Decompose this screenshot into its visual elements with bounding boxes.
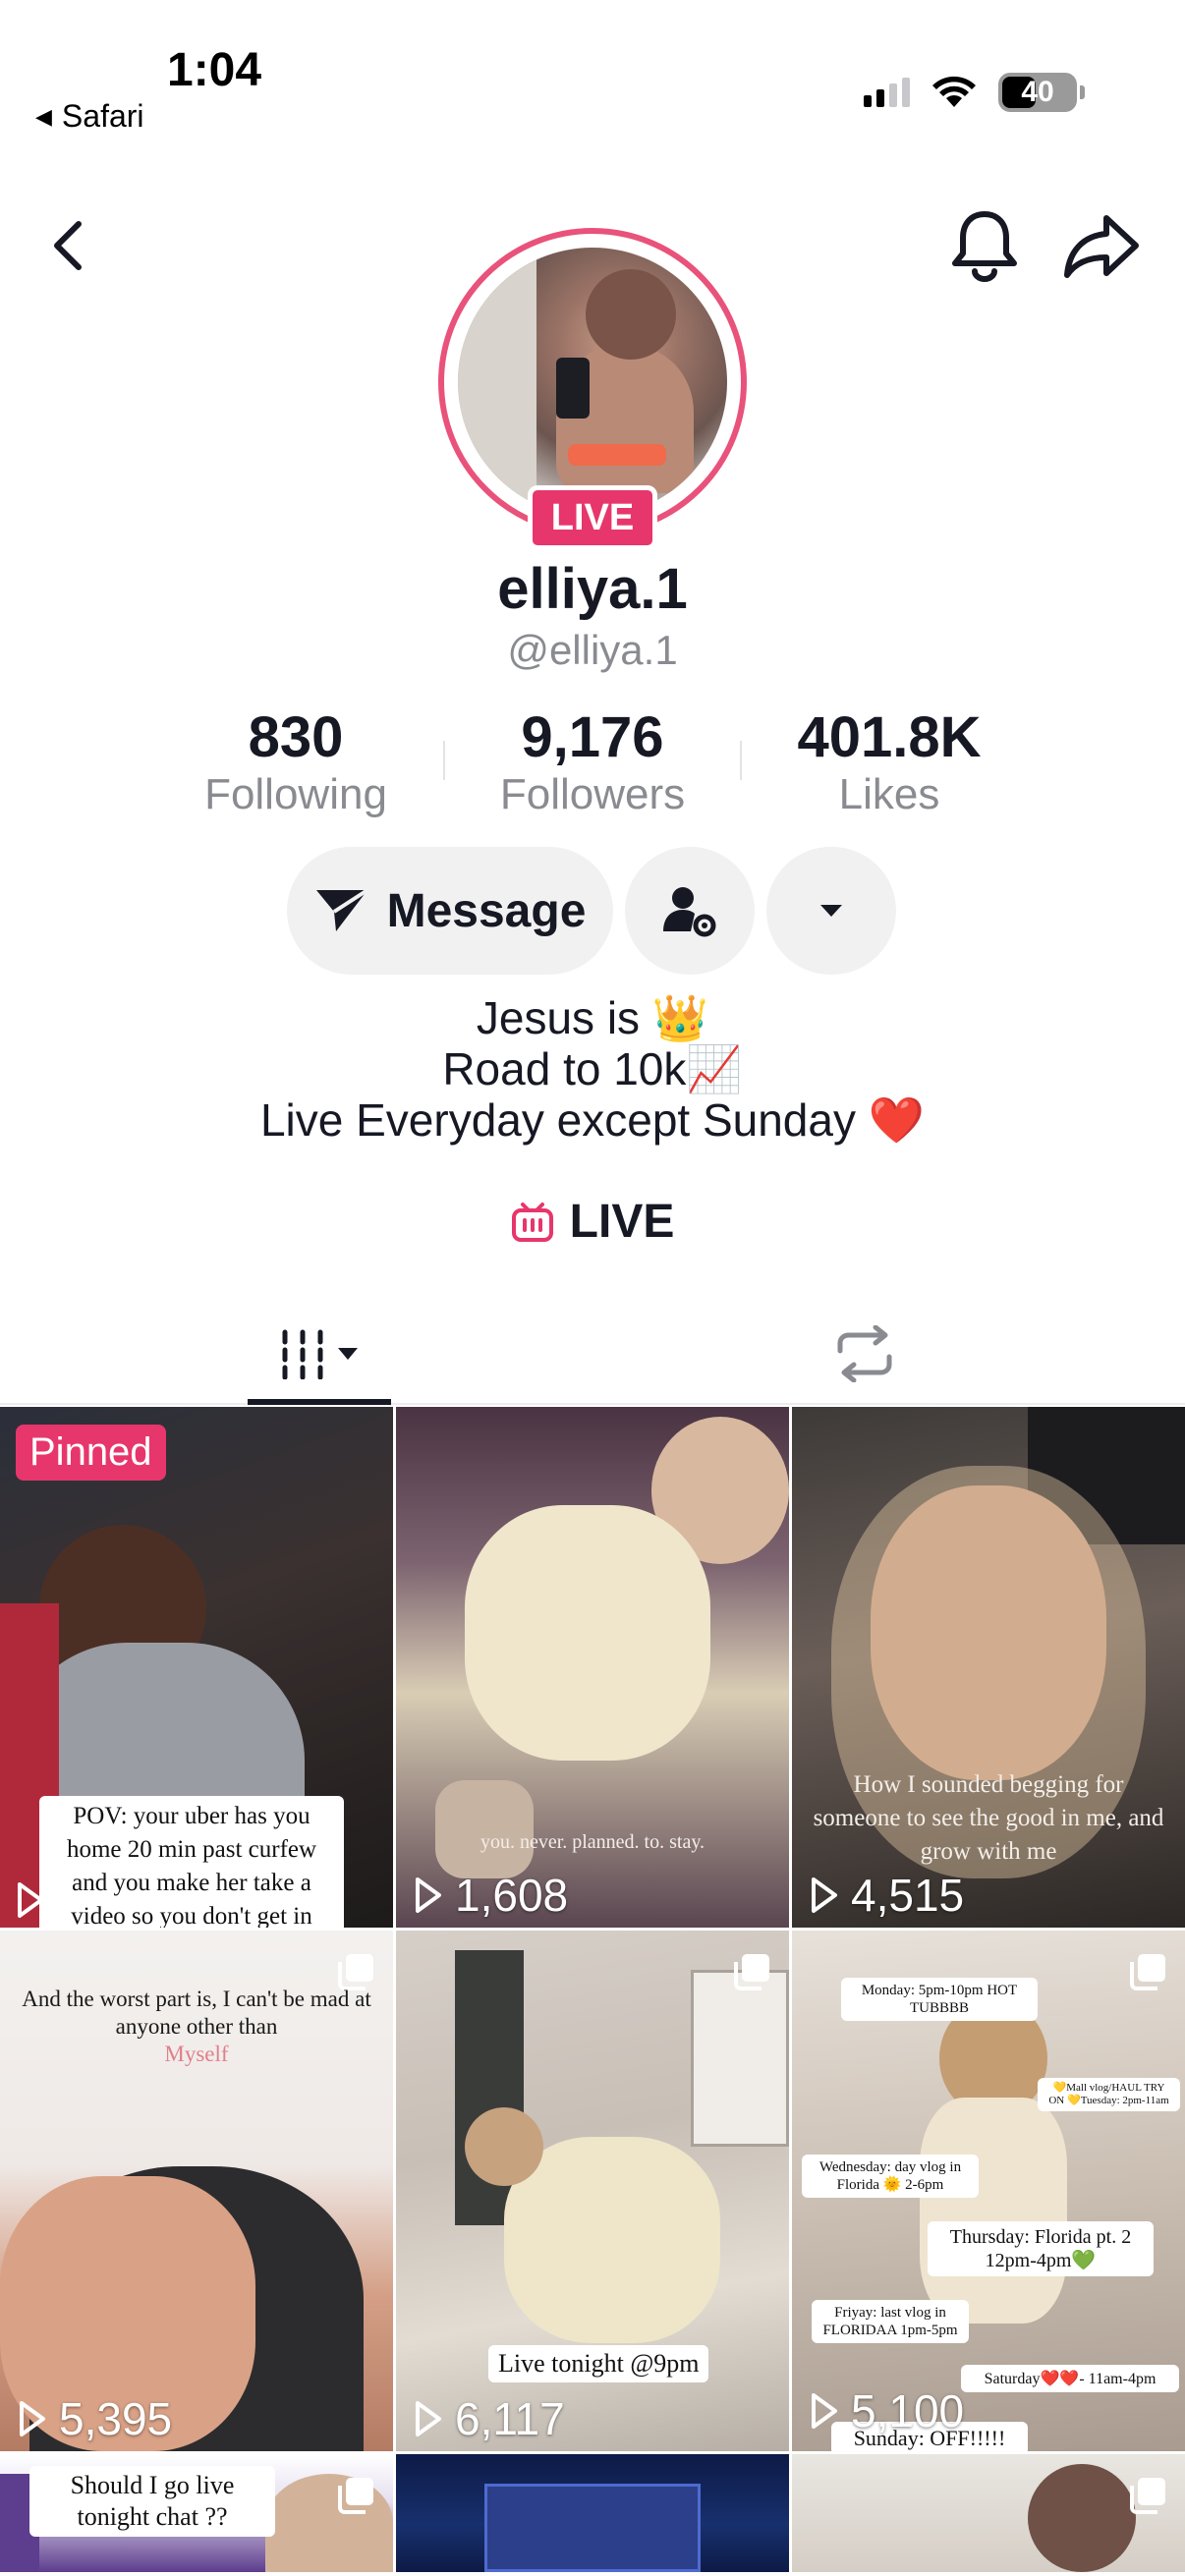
live-link-label: LIVE <box>569 1196 675 1248</box>
video-thumbnail[interactable]: And the worst part is, I can't be mad at… <box>0 1931 393 2451</box>
video-caption: How I sounded begging for someone to see… <box>813 1771 1164 1865</box>
live-badge[interactable]: LIVE <box>528 485 657 550</box>
video-thumbnail[interactable] <box>396 2454 789 2572</box>
repost-icon <box>837 1325 892 1382</box>
play-icon <box>812 1877 837 1913</box>
stat-following-value: 830 <box>248 705 344 769</box>
stat-followers[interactable]: 9,176 Followers <box>445 705 740 819</box>
schedule-thursday: Thursday: Florida pt. 2 12pm-4pm💚 <box>928 2221 1154 2276</box>
multi-image-icon <box>1130 2478 1165 2514</box>
view-count: 6,117 <box>414 2392 565 2445</box>
stat-following[interactable]: 830 Following <box>148 705 443 819</box>
video-thumbnail[interactable]: Monday: 5pm-10pm HOT TUBBBB 💛Mall vlog/H… <box>792 1931 1185 2451</box>
bio-line: Road to 10k📈 <box>442 1043 743 1094</box>
view-count-value: 1,608 <box>455 1870 569 1921</box>
battery-icon: 40 <box>998 73 1085 112</box>
caret-down-icon <box>820 905 842 917</box>
view-count: 5,395 <box>18 2392 172 2445</box>
display-name: elliya.1 <box>497 557 688 621</box>
view-count-value: 5,100 <box>851 2385 965 2436</box>
multi-image-icon <box>1130 1954 1165 1990</box>
stat-likes[interactable]: 401.8K Likes <box>742 705 1037 819</box>
message-button[interactable]: Message <box>287 847 613 975</box>
video-thumbnail[interactable] <box>792 2454 1185 2572</box>
wifi-icon <box>932 76 976 107</box>
play-icon <box>18 1882 43 1918</box>
caption-accent: Myself <box>164 2042 229 2066</box>
profile-stats: 830 Following 9,176 Followers 401.8K Lik… <box>0 705 1185 819</box>
bio-line: Jesus is 👑 <box>476 992 709 1043</box>
battery-level: 40 <box>1021 76 1054 108</box>
caret-down-icon <box>338 1348 358 1360</box>
status-indicators: 40 <box>864 73 1085 112</box>
schedule-tuesday: 💛Mall vlog/HAUL TRY ON 💛Tuesday: 2pm-11a… <box>1038 2078 1180 2111</box>
multi-image-icon <box>734 1954 769 1990</box>
video-grid: Pinned POV: your uber has you home 20 mi… <box>0 1407 1185 2572</box>
play-icon <box>416 1877 441 1913</box>
follow-settings-button[interactable] <box>625 847 755 975</box>
content-tabs <box>0 1303 1185 1405</box>
video-caption: Should I go live tonight chat ?? <box>29 2466 275 2537</box>
videos-grid-icon <box>282 1329 323 1379</box>
message-label: Message <box>386 884 587 937</box>
video-thumbnail[interactable]: you. never. planned. to. stay. 1,608 <box>396 1407 789 1928</box>
play-icon <box>416 2401 441 2436</box>
username-handle: @elliya.1 <box>507 627 678 673</box>
view-count-value: 4,515 <box>851 1870 965 1921</box>
back-to-safari[interactable]: ◀ Safari <box>35 98 144 135</box>
schedule-friday: Friyay: last vlog in FLORIDAA 1pm-5pm <box>812 2300 969 2343</box>
live-link[interactable]: LIVE <box>0 1195 1185 1249</box>
tab-reposts[interactable] <box>825 1303 904 1405</box>
view-count: 4,515 <box>810 1869 964 1922</box>
video-caption: you. never. planned. to. stay. <box>480 1831 705 1853</box>
avatar-image <box>458 248 727 517</box>
stat-following-label: Following <box>204 770 387 818</box>
play-icon <box>20 2401 45 2436</box>
share-arrow-icon[interactable] <box>1063 212 1140 281</box>
multi-image-icon <box>338 2478 373 2514</box>
view-count: 1,608 <box>414 1869 568 1922</box>
pinned-badge: Pinned <box>16 1425 166 1481</box>
video-caption: And the worst part is, I can't be mad at… <box>10 1986 383 2068</box>
bio-line: Live Everyday except Sunday ❤️ <box>259 1094 926 1146</box>
video-caption: POV: your uber has you home 20 min past … <box>39 1796 344 1928</box>
back-arrow-icon[interactable] <box>39 216 98 275</box>
cellular-signal-icon <box>864 78 910 107</box>
stat-likes-value: 401.8K <box>797 705 982 769</box>
schedule-saturday: Saturday❤️❤️- 11am-4pm <box>961 2365 1179 2392</box>
view-count-value: 5,395 <box>59 2393 173 2444</box>
more-dropdown-button[interactable] <box>766 847 896 975</box>
back-triangle-icon: ◀ <box>35 103 52 129</box>
video-caption: Live tonight @9pm <box>488 2345 709 2382</box>
status-time: 1:04 <box>167 44 262 96</box>
profile-bio: Jesus is 👑 Road to 10k📈 Live Everyday ex… <box>0 992 1185 1146</box>
bell-icon[interactable] <box>949 208 1020 283</box>
play-icon <box>812 2393 837 2429</box>
person-gear-icon <box>663 887 716 937</box>
video-thumbnail[interactable]: Should I go live tonight chat ?? <box>0 2454 393 2572</box>
view-count-value: 6,117 <box>455 2393 565 2444</box>
back-app-label: Safari <box>61 98 144 134</box>
tv-live-icon <box>511 1202 553 1242</box>
stat-likes-label: Likes <box>838 770 940 818</box>
schedule-wednesday: Wednesday: day vlog in Florida 🌞 2-6pm <box>802 2155 979 2198</box>
active-tab-indicator <box>248 1399 391 1405</box>
video-thumbnail[interactable]: How I sounded begging for someone to see… <box>792 1407 1185 1928</box>
caption-text: And the worst part is, I can't be mad at… <box>22 1987 371 2039</box>
stat-followers-label: Followers <box>499 770 686 818</box>
tab-videos[interactable] <box>248 1303 391 1405</box>
send-icon <box>315 888 368 931</box>
view-count: 5,100 <box>810 2384 964 2437</box>
video-thumbnail[interactable]: Live tonight @9pm 6,117 <box>396 1931 789 2451</box>
schedule-monday: Monday: 5pm-10pm HOT TUBBBB <box>841 1978 1038 2021</box>
stat-followers-value: 9,176 <box>521 705 664 769</box>
video-thumbnail[interactable]: Pinned POV: your uber has you home 20 mi… <box>0 1407 393 1928</box>
